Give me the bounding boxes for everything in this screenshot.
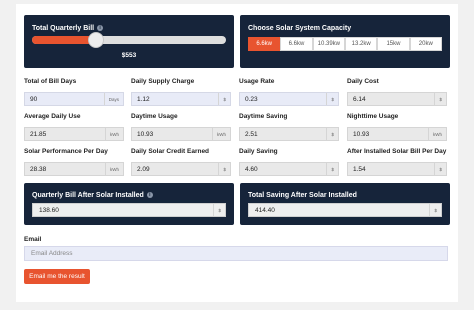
field-daily-solar-credit: Daily Solar Credit Earned 2.09 $ — [131, 148, 231, 176]
nighttime-usage-output: 10.93 kWh — [347, 127, 447, 141]
field-unit: kWh — [105, 163, 123, 175]
bill-slider[interactable] — [32, 32, 226, 48]
field-unit: $ — [434, 93, 446, 105]
field-label: Total of Bill Days — [24, 78, 77, 85]
field-value: 4.60 — [245, 165, 258, 173]
quarterly-bill-title: Total Quarterly Bill — [32, 25, 95, 32]
field-unit: $ — [434, 163, 446, 175]
field-usage-rate: Usage Rate 0.23 $ — [239, 78, 339, 106]
capacity-option[interactable]: 6.6kw — [248, 37, 281, 51]
average-daily-use-output: 21.85 kWh — [24, 127, 124, 141]
after-solar-bill-output: 1.54 $ — [347, 162, 447, 176]
field-unit: $ — [429, 204, 441, 216]
email-input[interactable]: Email Address — [24, 246, 448, 261]
info-icon[interactable]: i — [146, 192, 153, 199]
field-daily-supply-charge: Daily Supply Charge 1.12 $ — [131, 78, 231, 106]
capacity-option[interactable]: 15kw — [377, 37, 410, 51]
total-saving-title: Total Saving After Solar Installed — [248, 192, 357, 199]
field-label: Solar Performance Per Day — [24, 148, 108, 155]
field-unit: $ — [218, 93, 230, 105]
field-label: Daily Saving — [239, 148, 278, 155]
field-label: Daytime Saving — [239, 113, 288, 120]
field-daytime-saving: Daytime Saving 2.51 $ — [239, 113, 339, 141]
field-value: 1.12 — [137, 95, 150, 103]
daytime-saving-output: 2.51 $ — [239, 127, 339, 141]
field-value: 21.85 — [30, 130, 47, 138]
capacity-options: 6.6kw 6.6kw 10.39kw 13.2kw 15kw 20kw — [248, 37, 442, 51]
quarterly-bill-value: $553 — [121, 52, 137, 59]
field-unit: $ — [213, 204, 225, 216]
capacity-option[interactable]: 13.2kw — [344, 37, 378, 51]
capacity-option[interactable]: 10.39kw — [312, 37, 345, 51]
field-unit: $ — [218, 163, 230, 175]
field-daily-cost: Daily Cost 6.14 $ — [347, 78, 447, 106]
bill-slider-fill — [32, 36, 97, 44]
quarterly-after-output: 138.60 $ — [32, 203, 226, 217]
capacity-option[interactable]: 6.6kw — [280, 37, 313, 51]
field-nighttime-usage: Nighttime Usage 10.93 kWh — [347, 113, 447, 141]
field-value: 138.60 — [39, 206, 59, 214]
daytime-usage-output: 10.93 kWh — [131, 127, 231, 141]
daily-cost-output: 6.14 $ — [347, 92, 447, 106]
daily-supply-charge-input[interactable]: 1.12 $ — [131, 92, 231, 106]
field-unit: kWh — [212, 128, 230, 140]
field-label: After Installed Solar Bill Per Day — [347, 148, 447, 155]
bill-slider-handle[interactable] — [88, 32, 105, 48]
field-unit: $ — [326, 128, 338, 140]
field-label: Daily Supply Charge — [131, 78, 195, 85]
solar-performance-output: 28.38 kWh — [24, 162, 124, 176]
field-unit: kWh — [428, 128, 446, 140]
email-label: Email — [24, 236, 42, 243]
field-total-bill-days: Total of Bill Days 90 Days — [24, 78, 124, 106]
field-label: Usage Rate — [239, 78, 275, 85]
email-result-button[interactable]: Email me the result — [24, 269, 90, 284]
capacity-option[interactable]: 20kw — [409, 37, 442, 51]
daily-solar-credit-output: 2.09 $ — [131, 162, 231, 176]
quarterly-bill-panel: Total Quarterly Bill i $553 — [24, 15, 234, 68]
field-daily-saving: Daily Saving 4.60 $ — [239, 148, 339, 176]
field-unit: Days — [103, 93, 123, 105]
field-average-daily-use: Average Daily Use 21.85 kWh — [24, 113, 124, 141]
field-value: 10.93 — [353, 130, 370, 138]
field-value: 2.09 — [137, 165, 150, 173]
field-value: 414.40 — [255, 206, 275, 214]
field-label: Nighttime Usage — [347, 113, 399, 120]
field-unit: $ — [326, 163, 338, 175]
field-after-solar-bill: After Installed Solar Bill Per Day 1.54 $ — [347, 148, 447, 176]
daily-saving-output: 4.60 $ — [239, 162, 339, 176]
quarterly-after-title: Quarterly Bill After Solar Installed — [32, 192, 144, 199]
info-icon[interactable]: i — [97, 25, 104, 32]
total-bill-days-input[interactable]: 90 Days — [24, 92, 124, 106]
capacity-panel: Choose Solar System Capacity 6.6kw 6.6kw 1… — [240, 15, 450, 68]
field-value: 10.93 — [137, 130, 154, 138]
field-value: 28.38 — [30, 165, 47, 173]
quarterly-after-panel: Quarterly Bill After Solar Installed i 13… — [24, 183, 234, 225]
usage-rate-input[interactable]: 0.23 $ — [239, 92, 339, 106]
field-daytime-usage: Daytime Usage 10.93 kWh — [131, 113, 231, 141]
field-value: 0.23 — [245, 95, 258, 103]
total-saving-output: 414.40 $ — [248, 203, 442, 217]
field-value: 1.54 — [353, 165, 366, 173]
field-value: 2.51 — [245, 130, 258, 138]
field-label: Daily Solar Credit Earned — [131, 148, 210, 155]
field-label: Daytime Usage — [131, 113, 178, 120]
field-solar-performance: Solar Performance Per Day 28.38 kWh — [24, 148, 124, 176]
field-label: Average Daily Use — [24, 113, 81, 120]
field-unit: kWh — [105, 128, 123, 140]
field-label: Daily Cost — [347, 78, 379, 85]
field-value: 90 — [30, 95, 38, 103]
capacity-title: Choose Solar System Capacity — [248, 25, 352, 32]
field-unit: $ — [326, 93, 338, 105]
field-value: 6.14 — [353, 95, 366, 103]
total-saving-panel: Total Saving After Solar Installed 414.4… — [240, 183, 450, 225]
